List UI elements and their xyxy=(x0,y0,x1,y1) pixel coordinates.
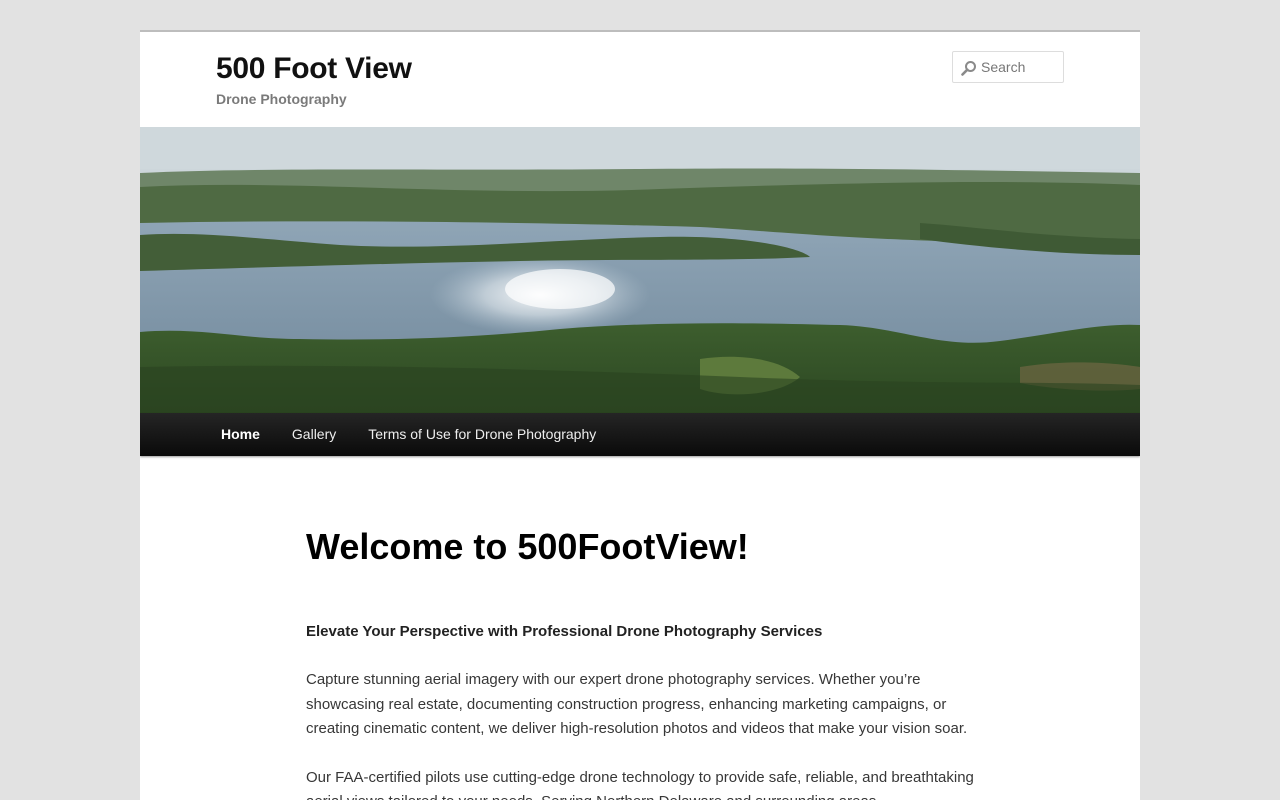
search-form[interactable] xyxy=(952,51,1064,83)
search-input[interactable] xyxy=(979,52,1063,82)
nav-item-gallery[interactable]: Gallery xyxy=(276,413,352,456)
entry-content: Welcome to 500FootView! Elevate Your Per… xyxy=(306,512,976,800)
entry-paragraph-2: Our FAA-certified pilots use cutting-edg… xyxy=(306,768,974,800)
header-image-aerial-lake[interactable] xyxy=(140,127,1140,413)
nav-link-gallery[interactable]: Gallery xyxy=(276,413,352,456)
page: 500 Foot View Drone Photography Search H… xyxy=(140,30,1140,800)
magnifier-icon xyxy=(961,61,976,76)
nav-link-terms[interactable]: Terms of Use for Drone Photography xyxy=(352,413,612,456)
main-navigation: Home Gallery Terms of Use for Drone Phot… xyxy=(140,413,1140,456)
entry-paragraph-1: Capture stunning aerial imagery with our… xyxy=(306,671,968,737)
entry-title: Welcome to 500FootView! xyxy=(306,526,749,567)
entry-lead: Elevate Your Perspective with Profession… xyxy=(306,623,823,640)
site-description: Drone Photography xyxy=(216,91,347,107)
nav-item-terms[interactable]: Terms of Use for Drone Photography xyxy=(352,413,612,456)
nav-link-home[interactable]: Home xyxy=(205,413,276,456)
nav-item-home[interactable]: Home xyxy=(205,413,276,456)
site-title[interactable]: 500 Foot View xyxy=(216,51,412,87)
